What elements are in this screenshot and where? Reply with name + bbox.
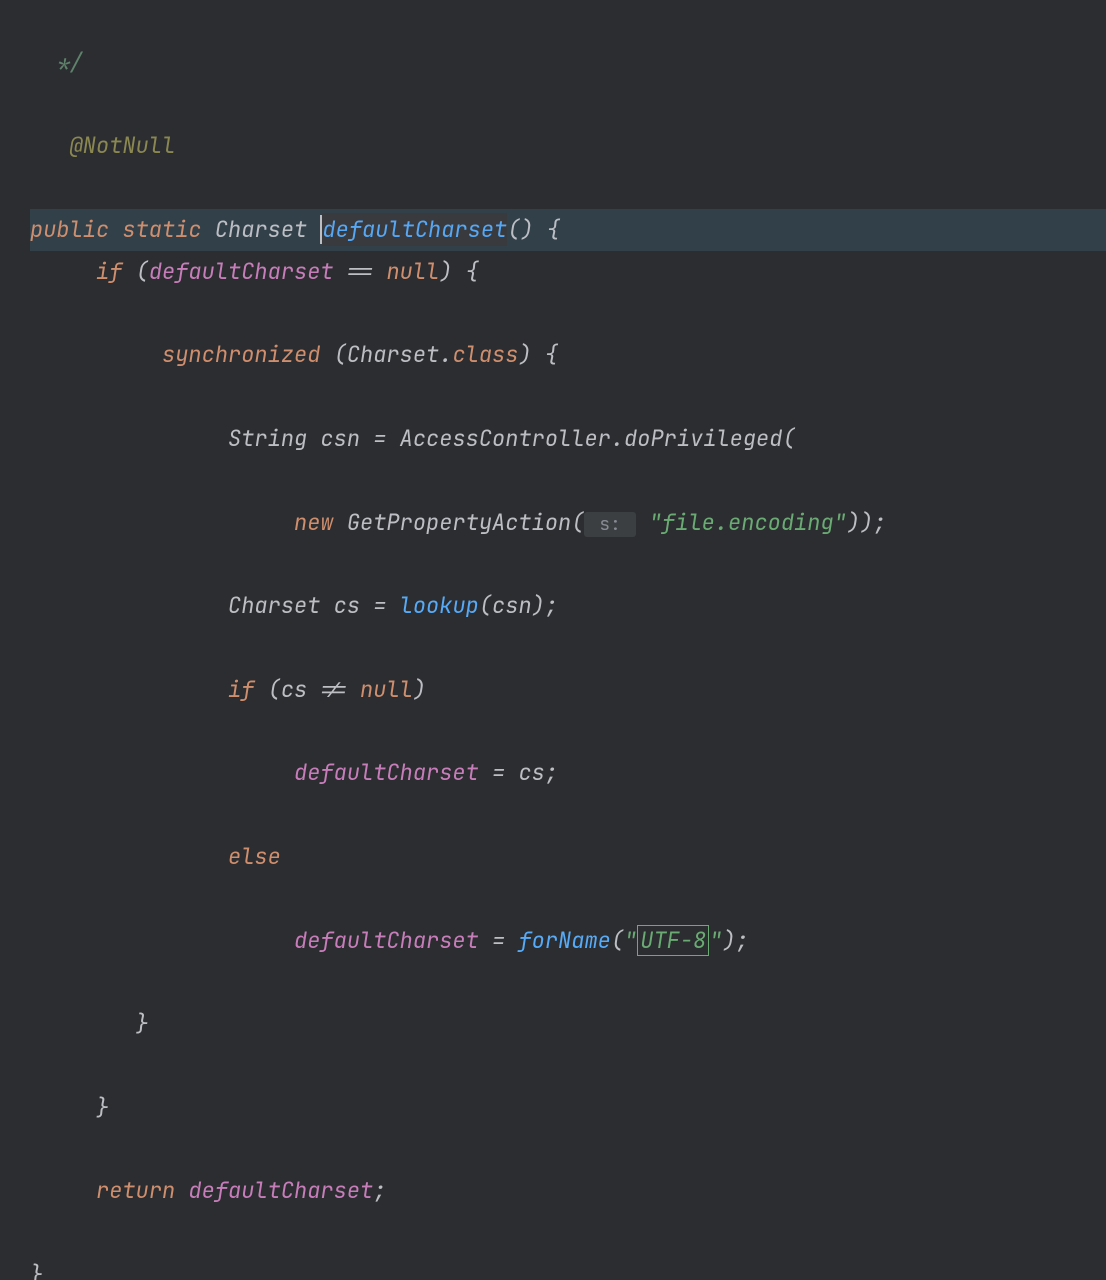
var-name: cs bbox=[281, 675, 307, 704]
string-highlighted: UTF-8 bbox=[637, 925, 709, 956]
paren: )); bbox=[847, 508, 887, 537]
var-name: cs bbox=[518, 758, 544, 787]
code-editor[interactable]: */ @NotNull public static Charset defaul… bbox=[0, 0, 1106, 1280]
keyword-public: public bbox=[30, 215, 109, 244]
keyword-static: static bbox=[122, 215, 201, 244]
class-ref: Charset bbox=[347, 340, 439, 369]
type: Charset bbox=[228, 591, 320, 620]
code-line: String csn = AccessController.doPrivileg… bbox=[30, 418, 1106, 460]
code-line: else bbox=[30, 836, 1106, 878]
code-line-method-signature: public static Charset defaultCharset() { bbox=[30, 209, 1106, 251]
parens: () bbox=[507, 215, 533, 244]
dot: . bbox=[611, 424, 624, 453]
brace: } bbox=[96, 1093, 109, 1122]
var-name: csn bbox=[320, 424, 360, 453]
operator: != bbox=[307, 675, 360, 704]
identifier: defaultCharset bbox=[188, 1176, 373, 1205]
comment-end: */ bbox=[30, 48, 83, 77]
keyword-else: else bbox=[228, 842, 281, 871]
class-ref: AccessController bbox=[400, 424, 611, 453]
code-line: } bbox=[30, 1254, 1106, 1280]
identifier: defaultCharset bbox=[294, 758, 479, 787]
keyword-class: class bbox=[452, 340, 518, 369]
keyword-synchronized: synchronized bbox=[162, 340, 320, 369]
paren: ( bbox=[334, 340, 347, 369]
code-line: @NotNull bbox=[30, 125, 1106, 167]
identifier: defaultCharset bbox=[294, 926, 479, 955]
paren: ( bbox=[479, 591, 492, 620]
keyword-if: if bbox=[96, 257, 122, 286]
paren: ( bbox=[611, 926, 624, 955]
keyword-return: return bbox=[96, 1176, 175, 1205]
code-line: defaultCharset = cs; bbox=[30, 752, 1106, 794]
paren: ( bbox=[136, 257, 149, 286]
paren: ( bbox=[782, 424, 795, 453]
operator: = bbox=[360, 591, 400, 620]
class-ref: GetPropertyAction bbox=[347, 508, 571, 537]
method-call: lookup bbox=[400, 591, 479, 620]
brace: { bbox=[466, 257, 479, 286]
paren: ); bbox=[532, 591, 558, 620]
paren: ( bbox=[268, 675, 281, 704]
operator: == bbox=[334, 257, 387, 286]
identifier: defaultCharset bbox=[149, 257, 334, 286]
string-quote: " bbox=[624, 926, 637, 955]
method-call: forName bbox=[518, 926, 610, 955]
annotation: @NotNull bbox=[70, 131, 176, 160]
operator: = bbox=[360, 424, 400, 453]
paren: ( bbox=[571, 508, 584, 537]
keyword-if: if bbox=[228, 675, 254, 704]
code-line: } bbox=[30, 1003, 1106, 1045]
string-quote: " bbox=[709, 926, 722, 955]
brace: { bbox=[547, 215, 560, 244]
code-line: if (defaultCharset == null) { bbox=[30, 251, 1106, 293]
semicolon: ; bbox=[545, 758, 558, 787]
semicolon: ; bbox=[373, 1176, 386, 1205]
return-type: Charset bbox=[215, 215, 307, 244]
operator: = bbox=[479, 758, 519, 787]
code-line: } bbox=[30, 1087, 1106, 1129]
code-line: synchronized (Charset.class) { bbox=[30, 334, 1106, 376]
method-call: doPrivileged bbox=[624, 424, 782, 453]
code-line: return defaultCharset; bbox=[30, 1170, 1106, 1212]
keyword-new: new bbox=[294, 508, 334, 537]
paren: ) bbox=[439, 257, 452, 286]
brace: { bbox=[545, 340, 558, 369]
code-line: if (cs != null) bbox=[30, 669, 1106, 711]
code-line: Charset cs = lookup(csn); bbox=[30, 585, 1106, 627]
paren: ); bbox=[722, 926, 748, 955]
code-line: new GetPropertyAction( s: "file.encoding… bbox=[30, 502, 1106, 544]
method-name: defaultCharset bbox=[322, 213, 507, 246]
dot: . bbox=[439, 340, 452, 369]
keyword-null: null bbox=[386, 257, 439, 286]
type: String bbox=[228, 424, 307, 453]
param-hint: s: bbox=[584, 512, 635, 537]
brace: } bbox=[30, 1260, 43, 1280]
operator: = bbox=[479, 926, 519, 955]
paren: ) bbox=[518, 340, 531, 369]
paren: ) bbox=[413, 675, 426, 704]
var-name: cs bbox=[334, 591, 360, 620]
string-literal: "file.encoding" bbox=[649, 508, 847, 537]
keyword-null: null bbox=[360, 675, 413, 704]
brace: } bbox=[136, 1009, 149, 1038]
code-line: defaultCharset = forName("UTF-8"); bbox=[30, 920, 1106, 962]
arg: csn bbox=[492, 591, 532, 620]
code-line: */ bbox=[30, 42, 1106, 84]
